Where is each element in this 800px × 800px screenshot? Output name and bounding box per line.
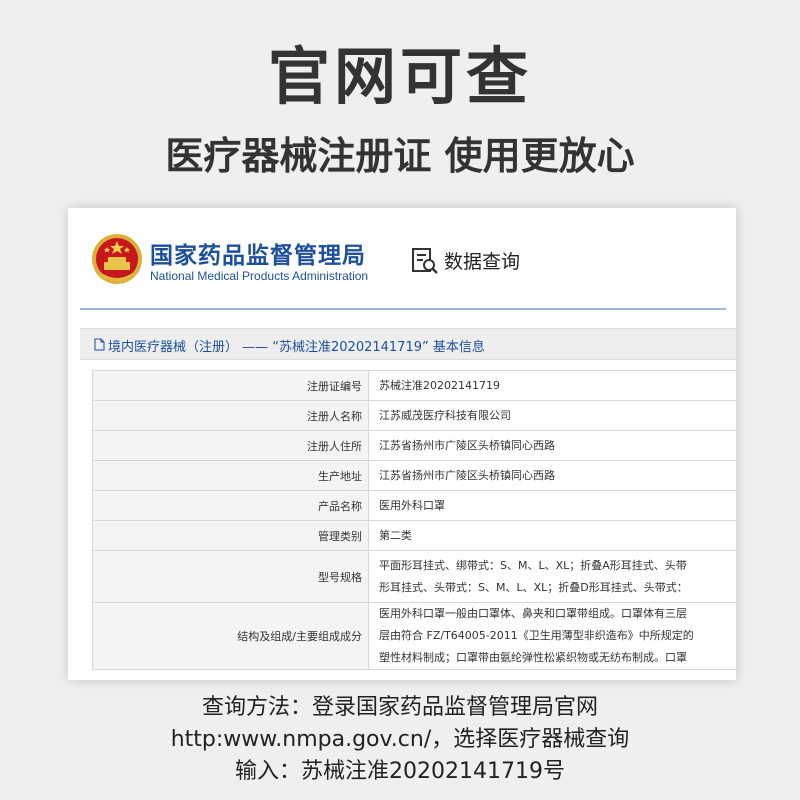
field-value-line: 江苏省扬州市广陵区头桥镇同心西路 <box>379 468 555 482</box>
table-row: 结构及组成/主要组成成分 医用外科口罩一般由口罩体、鼻夹和口罩带组成。口罩体有三层… <box>92 602 736 670</box>
instruction-line-2: http:www.nmpa.gov.cn/，选择医疗器械查询 <box>170 727 630 752</box>
table-row: 注册人名称 江苏威茂医疗科技有限公司 <box>92 400 736 431</box>
field-value: 江苏省扬州市广陵区头桥镇同心西路 <box>368 460 736 491</box>
site-header: 国家药品监督管理局 National Medical Products Admi… <box>68 208 736 312</box>
subheadline: 医疗器械注册证 使用更放心 <box>165 134 635 178</box>
table-row: 型号规格 平面形耳挂式、绑带式：S、M、L、XL；折叠A形耳挂式、头带 形耳挂式、头… <box>92 550 736 603</box>
table-row: 生产地址 江苏省扬州市广陵区头桥镇同心西路 <box>92 460 736 491</box>
data-query-link[interactable]: 数据查询 <box>444 247 520 274</box>
field-value: 江苏省扬州市广陵区头桥镇同心西路 <box>368 430 736 461</box>
query-instructions: 查询方法：登录国家药品监督管理局官网 http:www.nmpa.gov.cn/… <box>0 692 800 788</box>
field-value-line: 江苏威茂医疗科技有限公司 <box>379 408 511 422</box>
field-value-line: 医用外科口罩一般由口罩体、鼻夹和口罩带组成。口罩体有三层 <box>379 607 687 620</box>
breadcrumb-text[interactable]: 境内医疗器械（注册） —— “苏械注准20202141719” 基本信息 <box>108 336 485 355</box>
table-row: 管理类别 第二类 <box>92 520 736 551</box>
field-label: 注册人住所 <box>92 430 369 461</box>
field-value-line: 江苏省扬州市广陵区头桥镇同心西路 <box>379 438 555 452</box>
field-label: 生产地址 <box>92 460 369 491</box>
org-name-en: National Medical Products Administration <box>150 269 369 283</box>
table-row: 注册证编号 苏械注准20202141719 <box>92 370 736 401</box>
breadcrumb: 境内医疗器械（注册） —— “苏械注准20202141719” 基本信息 <box>80 328 736 360</box>
field-label: 注册证编号 <box>92 370 369 401</box>
table-row: 注册人住所 江苏省扬州市广陵区头桥镇同心西路 <box>92 430 736 461</box>
screenshot-card: 国家药品监督管理局 National Medical Products Admi… <box>68 208 736 680</box>
national-emblem-icon <box>92 234 142 284</box>
field-label: 产品名称 <box>92 490 369 521</box>
field-value: 第二类 <box>368 520 736 551</box>
field-value: 苏械注准20202141719 <box>368 370 736 401</box>
field-value-line: 塑性材料制成；口罩带由氨纶弹性松紧织物或无纺布制成。口罩 <box>379 651 687 664</box>
field-label: 型号规格 <box>92 550 369 603</box>
field-value: 江苏威茂医疗科技有限公司 <box>368 400 736 431</box>
field-value: 医用外科口罩 <box>368 490 736 521</box>
field-value-line: 层由符合 FZ/T64005-2011《卫生用薄型非织造布》中所规定的 <box>379 629 694 642</box>
field-value-line: 形耳挂式、头带式：S、M、L、XL；折叠D形耳挂式、头带式： <box>379 580 688 594</box>
field-label: 结构及组成/主要组成成分 <box>92 602 369 670</box>
field-label: 管理类别 <box>92 520 369 551</box>
document-search-icon[interactable] <box>410 246 440 276</box>
field-value-line: 医用外科口罩 <box>379 498 445 512</box>
table-row: 产品名称 医用外科口罩 <box>92 490 736 521</box>
field-value: 医用外科口罩一般由口罩体、鼻夹和口罩带组成。口罩体有三层 层由符合 FZ/T640… <box>368 602 736 670</box>
field-value-line: 平面形耳挂式、绑带式：S、M、L、XL；折叠A形耳挂式、头带 <box>379 558 687 572</box>
field-value-line: 第二类 <box>379 528 412 542</box>
field-label: 注册人名称 <box>92 400 369 431</box>
registration-info-table: 注册证编号 苏械注准20202141719 注册人名称 江苏威茂医疗科技有限公司 注册人… <box>92 370 736 670</box>
instruction-line-3: 输入：苏械注准20202141719号 <box>235 759 565 784</box>
instruction-line-1: 查询方法：登录国家药品监督管理局官网 <box>201 695 598 720</box>
field-value-line: 苏械注准20202141719 <box>379 378 500 392</box>
headline: 官网可查 <box>267 40 532 113</box>
document-icon <box>94 338 105 351</box>
field-value: 平面形耳挂式、绑带式：S、M、L、XL；折叠A形耳挂式、头带 形耳挂式、头带式：S… <box>368 550 736 603</box>
header-divider <box>80 308 726 310</box>
org-name-cn: 国家药品监督管理局 <box>150 243 366 269</box>
